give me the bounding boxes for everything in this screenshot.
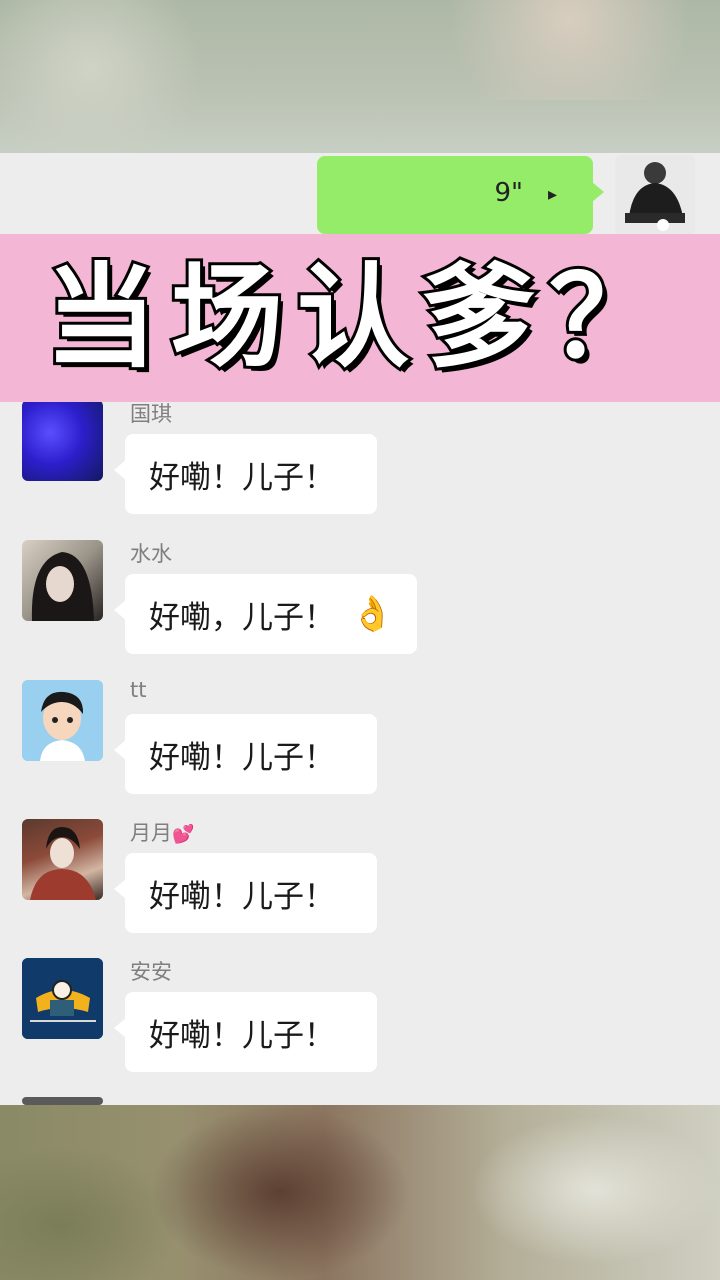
- sender-name: 月月💕: [130, 821, 195, 845]
- message-text: 好嘞，儿子！: [149, 599, 335, 636]
- voice-play-icon: ▸: [547, 184, 557, 205]
- voice-message-bubble[interactable]: 9" ▸: [317, 156, 604, 234]
- heart-emoji: 💕: [172, 824, 195, 845]
- message-text: 好嘞！儿子！: [149, 1017, 335, 1054]
- avatar-tt[interactable]: [22, 680, 103, 761]
- message-bubble[interactable]: 好嘞，儿子！ 👌: [114, 574, 417, 654]
- message-item: 安安 好嘞！儿子！: [0, 958, 720, 1093]
- blurred-video-top: [0, 0, 720, 153]
- avatar-anan[interactable]: [22, 958, 103, 1039]
- message-bubble[interactable]: 好嘞！儿子！: [114, 992, 377, 1072]
- ok-hand-emoji: 👌: [351, 594, 394, 634]
- avatar-shuishui[interactable]: [22, 540, 103, 621]
- avatar-partial: [22, 1097, 103, 1105]
- message-text: 好嘞！儿子！: [149, 459, 335, 496]
- message-text: 好嘞！儿子！: [149, 878, 335, 915]
- message-text: 好嘞！儿子！: [149, 739, 335, 776]
- message-item: 水水 好嘞，儿子！ 👌: [0, 540, 720, 675]
- message-bubble[interactable]: 好嘞！儿子！: [114, 434, 377, 514]
- blurred-video-bottom: [0, 1105, 720, 1280]
- title-banner: 当场认爹？: [0, 234, 720, 402]
- message-item: 月月💕 好嘞！儿子！: [0, 819, 720, 954]
- voice-duration: 9": [494, 178, 523, 208]
- message-bubble[interactable]: 好嘞！儿子！: [114, 714, 377, 794]
- sender-name: tt: [130, 678, 147, 702]
- sender-name: 安安: [130, 960, 172, 984]
- message-item: 国琪 好嘞！儿子！: [0, 400, 720, 535]
- message-bubble[interactable]: 好嘞！儿子！: [114, 853, 377, 933]
- sender-name: 国琪: [130, 402, 172, 426]
- avatar-yueyue[interactable]: [22, 819, 103, 900]
- avatar-guoqi[interactable]: [22, 400, 103, 481]
- banner-title: 当场认爹？: [42, 253, 675, 383]
- message-item: tt 好嘞！儿子！: [0, 678, 720, 815]
- sender-name: 水水: [130, 542, 172, 566]
- avatar-self[interactable]: [615, 155, 695, 235]
